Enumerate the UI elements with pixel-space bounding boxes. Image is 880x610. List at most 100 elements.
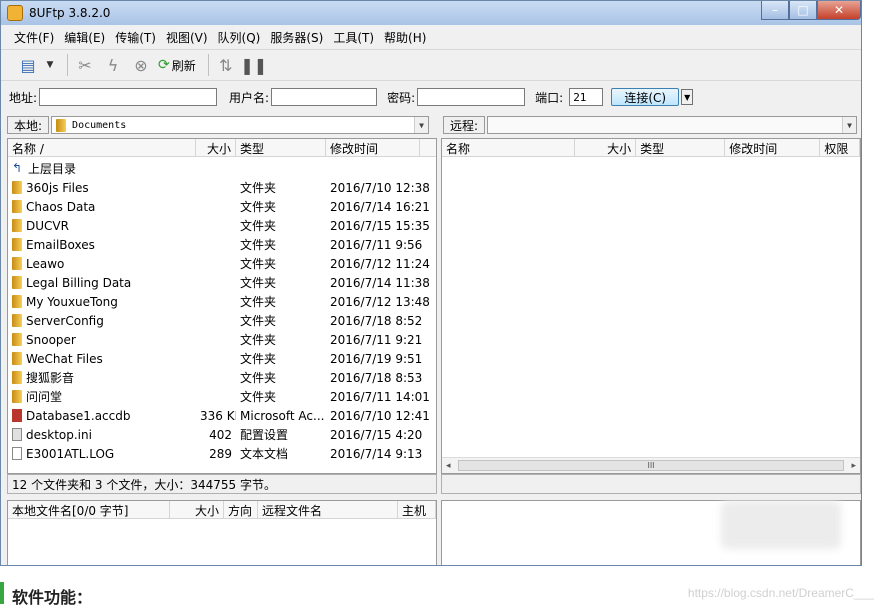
col-type[interactable]: 类型 — [636, 139, 726, 157]
col-host[interactable]: 主机 — [398, 501, 436, 519]
window-controls: – □ ✕ — [761, 1, 861, 20]
connect-button[interactable]: 连接(C) — [611, 88, 680, 106]
pause-icon[interactable]: ❚❚ — [240, 54, 267, 76]
file-type: 文件夹 — [240, 371, 277, 385]
menu-tools[interactable]: 工具(T) — [328, 29, 379, 46]
maximize-button[interactable]: □ — [789, 1, 817, 20]
file-name: desktop.ini — [26, 427, 92, 442]
file-type: 文件夹 — [240, 257, 277, 271]
table-row[interactable]: 问问堂 文件夹 2016/7/11 14:01 — [8, 387, 436, 406]
site-manager-icon[interactable]: ▤ — [17, 54, 39, 76]
table-row[interactable]: ↰ 上层目录 — [8, 159, 436, 178]
password-input[interactable] — [417, 88, 526, 106]
transfer-icon[interactable]: ⇅ — [215, 54, 237, 76]
col-name[interactable]: 名称 — [442, 139, 575, 157]
col-size[interactable]: 大小 — [196, 139, 236, 157]
title-bar: 8UFtp 3.8.2.0 – □ ✕ — [1, 1, 861, 25]
folder-icon — [12, 238, 22, 251]
col-direction[interactable]: 方向 — [224, 501, 258, 519]
remote-column-header: 名称 大小 类型 修改时间 权限 — [442, 139, 860, 157]
minimize-button[interactable]: – — [761, 1, 789, 20]
menu-help[interactable]: 帮助(H) — [379, 29, 431, 46]
file-type: Microsoft Ac... — [240, 408, 325, 423]
chevron-down-icon[interactable]: ▼ — [842, 117, 857, 133]
file-date: 2016/7/14 9:13 — [330, 446, 423, 461]
col-date[interactable]: 修改时间 — [725, 139, 821, 157]
col-size[interactable]: 大小 — [575, 139, 637, 157]
file-name-cell: desktop.ini — [8, 428, 196, 442]
table-row[interactable]: Legal Billing Data 文件夹 2016/7/14 11:38 — [8, 273, 436, 292]
file-name: EmailBoxes — [26, 237, 95, 252]
col-name[interactable]: 名称 / — [8, 139, 196, 157]
menu-server[interactable]: 服务器(S) — [265, 29, 328, 46]
file-date: 2016/7/19 9:51 — [330, 351, 423, 366]
local-status-bar: 12 个文件夹和 3 个文件，大小：344755 字节。 — [7, 474, 437, 494]
menu-queue[interactable]: 队列(Q) — [213, 29, 266, 46]
stop-icon[interactable]: ⊗ — [130, 54, 152, 76]
file-name: Leawo — [26, 256, 65, 271]
file-name-cell: 搜狐影音 — [8, 369, 196, 386]
dropdown-arrow-icon[interactable]: ▼ — [45, 54, 55, 76]
local-path-row: 本地: Documents ▼ — [7, 114, 430, 136]
table-row[interactable]: WeChat Files 文件夹 2016/7/19 9:51 — [8, 349, 436, 368]
file-date: 2016/7/11 9:56 — [330, 237, 423, 252]
port-label: 端口: — [535, 90, 564, 105]
refresh-button[interactable]: ⟳ 刷新 — [158, 57, 196, 74]
chevron-down-icon[interactable]: ▼ — [414, 117, 429, 133]
scroll-left-icon[interactable]: ◂ — [446, 461, 451, 471]
col-date[interactable]: 修改时间 — [326, 139, 420, 157]
local-path-combo[interactable]: Documents ▼ — [51, 116, 430, 134]
table-row[interactable]: Chaos Data 文件夹 2016/7/14 16:21 — [8, 197, 436, 216]
table-row[interactable]: 搜狐影音 文件夹 2016/7/18 8:53 — [8, 368, 436, 387]
folder-icon — [12, 295, 22, 308]
folder-icon — [12, 333, 22, 346]
scroll-thumb[interactable]: III — [458, 460, 844, 471]
address-input[interactable] — [39, 88, 218, 106]
username-input[interactable] — [271, 88, 378, 106]
table-row[interactable]: desktop.ini 402 配置设置 2016/7/15 4:20 — [8, 425, 436, 444]
col-remote-filename[interactable]: 远程文件名 — [258, 501, 398, 519]
file-type: 文件夹 — [240, 181, 277, 195]
file-type: 文件夹 — [240, 238, 277, 252]
local-file-pane: 名称 / 大小 类型 修改时间 ↰ 上层目录 360js Files 文件夹 2016/… — [7, 138, 437, 474]
table-row[interactable]: My YouxueTong 文件夹 2016/7/12 13:48 — [8, 292, 436, 311]
reconnect-icon[interactable]: ϟ — [102, 54, 124, 76]
table-row[interactable]: Snooper 文件夹 2016/7/11 9:21 — [8, 330, 436, 349]
password-label: 密码: — [387, 90, 416, 105]
col-permissions[interactable]: 权限 — [820, 139, 860, 157]
file-date: 2016/7/15 15:35 — [330, 218, 430, 233]
folder-icon — [12, 200, 22, 213]
address-label: 地址: — [9, 90, 38, 105]
file-date: 2016/7/11 14:01 — [330, 389, 430, 404]
menu-transfer[interactable]: 传输(T) — [110, 29, 161, 46]
close-button[interactable]: ✕ — [817, 1, 861, 20]
scroll-right-icon[interactable]: ▸ — [851, 461, 856, 471]
port-input[interactable] — [569, 88, 604, 106]
toolbar-separator — [207, 54, 209, 76]
queue-column-header: 本地文件名[0/0 字节] 大小 方向 远程文件名 主机 — [8, 501, 436, 519]
section-accent-bar — [0, 582, 4, 604]
table-row[interactable]: ServerConfig 文件夹 2016/7/18 8:52 — [8, 311, 436, 330]
table-row[interactable]: E3001ATL.LOG 289 文本文档 2016/7/14 9:13 — [8, 444, 436, 463]
col-type[interactable]: 类型 — [236, 139, 326, 157]
menu-file[interactable]: 文件(F) — [9, 29, 59, 46]
col-local-filename[interactable]: 本地文件名[0/0 字节] — [8, 501, 170, 519]
table-row[interactable]: Leawo 文件夹 2016/7/12 11:24 — [8, 254, 436, 273]
col-size[interactable]: 大小 — [170, 501, 224, 519]
file-type: 文件夹 — [240, 200, 277, 214]
remote-horizontal-scrollbar[interactable]: ◂ III ▸ — [442, 457, 860, 473]
address-bar: 地址: 用户名: 密码: 端口: 连接(C) ▼ — [1, 85, 861, 109]
menu-view[interactable]: 视图(V) — [161, 29, 213, 46]
table-row[interactable]: EmailBoxes 文件夹 2016/7/11 9:56 — [8, 235, 436, 254]
ini-file-icon — [12, 428, 22, 441]
disconnect-icon[interactable]: ✂ — [74, 54, 96, 76]
connect-dropdown-icon[interactable]: ▼ — [681, 89, 694, 105]
table-row[interactable]: DUCVR 文件夹 2016/7/15 15:35 — [8, 216, 436, 235]
table-row[interactable]: Database1.accdb 336 KB Microsoft Ac... 2016… — [8, 406, 436, 425]
remote-path-combo[interactable]: ▼ — [487, 116, 858, 134]
app-window: 8UFtp 3.8.2.0 – □ ✕ 文件(F) 编辑(E) 传输(T) 视图… — [0, 0, 862, 566]
table-row[interactable]: 360js Files 文件夹 2016/7/10 12:38 — [8, 178, 436, 197]
local-file-list: ↰ 上层目录 360js Files 文件夹 2016/7/10 12:38 Chaos … — [8, 159, 436, 463]
menu-edit[interactable]: 编辑(E) — [59, 29, 110, 46]
file-type: 文件夹 — [240, 333, 277, 347]
